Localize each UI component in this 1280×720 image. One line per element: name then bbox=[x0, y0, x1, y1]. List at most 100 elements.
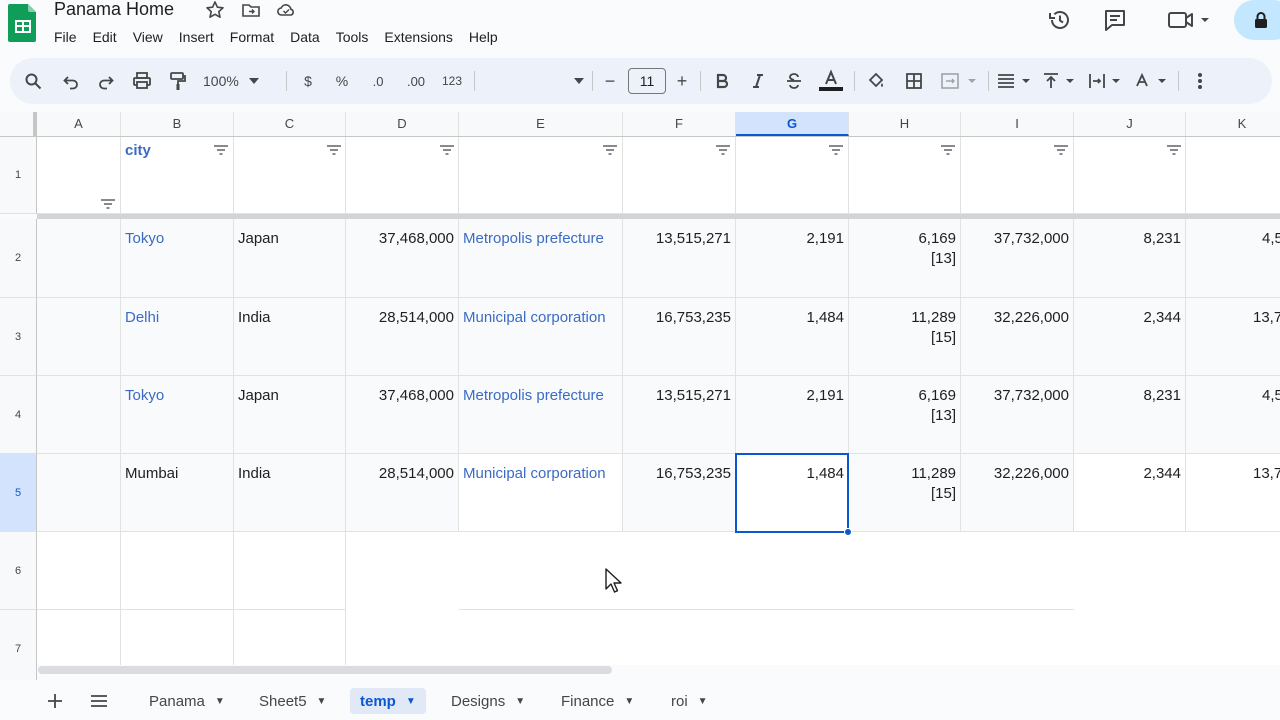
star-icon[interactable] bbox=[205, 0, 225, 20]
cell-k6[interactable] bbox=[1186, 532, 1280, 610]
document-title[interactable]: Panama Home bbox=[54, 0, 174, 20]
increase-decimal-button[interactable]: .00 bbox=[402, 68, 430, 94]
cell-b6[interactable] bbox=[121, 532, 234, 610]
move-folder-icon[interactable] bbox=[241, 0, 261, 20]
cell-a3[interactable] bbox=[37, 298, 121, 376]
cell-d6[interactable] bbox=[346, 532, 459, 610]
row-header-7[interactable]: 7 bbox=[0, 610, 37, 688]
text-color-icon[interactable] bbox=[818, 68, 844, 94]
chevron-down-icon[interactable]: ▼ bbox=[215, 696, 225, 707]
column-header-b[interactable]: B bbox=[121, 112, 234, 136]
column-header-h[interactable]: H bbox=[849, 112, 961, 136]
version-history-icon[interactable] bbox=[1046, 6, 1074, 34]
filter-icon[interactable] bbox=[1167, 145, 1181, 155]
active-cell-selection[interactable] bbox=[735, 453, 849, 533]
vertical-align-icon[interactable] bbox=[1042, 68, 1078, 94]
cell-d5[interactable]: 28,514,000 bbox=[346, 454, 459, 532]
cell-e4[interactable]: Metropolis prefecture bbox=[459, 376, 623, 454]
cell-c3[interactable]: India bbox=[234, 298, 346, 376]
filter-icon[interactable] bbox=[716, 145, 730, 155]
cell-c7[interactable] bbox=[234, 610, 346, 665]
cell-k3[interactable]: 13,74 bbox=[1186, 298, 1280, 376]
increase-font-size-button[interactable]: + bbox=[674, 68, 690, 94]
filter-icon[interactable] bbox=[1054, 145, 1068, 155]
cell-f3[interactable]: 16,753,235 bbox=[623, 298, 736, 376]
currency-format-button[interactable]: $ bbox=[298, 68, 318, 94]
filter-icon[interactable] bbox=[440, 145, 454, 155]
cell-h5[interactable]: 11,289 [15] bbox=[849, 454, 961, 532]
sheet-tab-sheet5[interactable]: Sheet5 ▼ bbox=[249, 688, 336, 714]
merge-cells-icon[interactable] bbox=[940, 68, 978, 94]
font-size-input[interactable]: 11 bbox=[628, 68, 666, 94]
menu-extensions[interactable]: Extensions bbox=[376, 27, 460, 47]
cell-a5[interactable] bbox=[37, 454, 121, 532]
column-header-k[interactable]: K bbox=[1186, 112, 1280, 136]
fill-handle[interactable] bbox=[844, 528, 852, 536]
cell-h4[interactable]: 6,169 [13] bbox=[849, 376, 961, 454]
sheet-tab-finance[interactable]: Finance ▼ bbox=[551, 688, 644, 714]
print-icon[interactable] bbox=[131, 68, 153, 94]
chevron-down-icon[interactable]: ▼ bbox=[698, 696, 708, 707]
cell-g2[interactable]: 2,191 bbox=[736, 219, 849, 298]
cell-i5[interactable]: 32,226,000 bbox=[961, 454, 1074, 532]
menu-edit[interactable]: Edit bbox=[85, 27, 125, 47]
cell-i4[interactable]: 37,732,000 bbox=[961, 376, 1074, 454]
paint-format-icon[interactable] bbox=[167, 68, 189, 94]
strikethrough-icon[interactable] bbox=[783, 68, 805, 94]
column-header-a[interactable]: A bbox=[37, 112, 121, 136]
search-menus-icon[interactable] bbox=[22, 68, 44, 94]
font-family-select[interactable] bbox=[484, 68, 584, 94]
filter-icon[interactable] bbox=[327, 145, 341, 155]
italic-icon[interactable] bbox=[748, 68, 768, 94]
sheets-logo-icon[interactable] bbox=[8, 2, 38, 42]
sheet-tab-roi[interactable]: roi ▼ bbox=[661, 688, 718, 714]
borders-icon[interactable] bbox=[903, 68, 925, 94]
chevron-down-icon[interactable]: ▼ bbox=[317, 696, 327, 707]
cell-i2[interactable]: 37,732,000 bbox=[961, 219, 1074, 298]
cell-d2[interactable]: 37,468,000 bbox=[346, 219, 459, 298]
menu-data[interactable]: Data bbox=[282, 27, 328, 47]
cell-i3[interactable]: 32,226,000 bbox=[961, 298, 1074, 376]
menu-format[interactable]: Format bbox=[222, 27, 282, 47]
zoom-select[interactable]: 100% bbox=[203, 68, 275, 94]
chevron-down-icon[interactable]: ▼ bbox=[515, 696, 525, 707]
cell-e1[interactable] bbox=[459, 137, 623, 214]
column-header-e[interactable]: E bbox=[459, 112, 623, 136]
cell-f2[interactable]: 13,515,271 bbox=[623, 219, 736, 298]
cell-k7[interactable] bbox=[1186, 610, 1280, 665]
row-header-5[interactable]: 5 bbox=[0, 454, 37, 532]
row-header-4[interactable]: 4 bbox=[0, 376, 37, 454]
cell-grid[interactable]: city Tokyo Japan 37,468,000 Metropolis p… bbox=[37, 137, 1280, 665]
column-header-c[interactable]: C bbox=[234, 112, 346, 136]
cell-a6[interactable] bbox=[37, 532, 121, 610]
filter-icon[interactable] bbox=[101, 199, 115, 209]
menu-tools[interactable]: Tools bbox=[328, 27, 377, 47]
cell-c2[interactable]: Japan bbox=[234, 219, 346, 298]
decrease-decimal-button[interactable]: .0 bbox=[366, 68, 390, 94]
cell-j4[interactable]: 8,231 bbox=[1074, 376, 1186, 454]
filter-icon[interactable] bbox=[829, 145, 843, 155]
text-wrapping-icon[interactable] bbox=[1088, 68, 1124, 94]
sheet-tab-temp[interactable]: temp ▼ bbox=[350, 688, 426, 714]
share-button[interactable] bbox=[1234, 0, 1280, 40]
cell-k4[interactable]: 4,58 [ bbox=[1186, 376, 1280, 454]
cell-c5[interactable]: India bbox=[234, 454, 346, 532]
cell-e2[interactable]: Metropolis prefecture bbox=[459, 219, 623, 298]
horizontal-scrollbar[interactable] bbox=[38, 666, 612, 674]
filter-icon[interactable] bbox=[941, 145, 955, 155]
row-header-3[interactable]: 3 bbox=[0, 298, 37, 376]
menu-help[interactable]: Help bbox=[461, 27, 506, 47]
cell-b7[interactable] bbox=[121, 610, 234, 665]
fill-color-icon[interactable] bbox=[865, 68, 887, 94]
chevron-down-icon[interactable]: ▼ bbox=[406, 696, 416, 707]
comments-icon[interactable] bbox=[1101, 6, 1129, 34]
row-header-1[interactable]: 1 bbox=[0, 137, 37, 214]
cell-h3[interactable]: 11,289 [15] bbox=[849, 298, 961, 376]
cell-d3[interactable]: 28,514,000 bbox=[346, 298, 459, 376]
row-header-2[interactable]: 2 bbox=[0, 219, 37, 298]
filter-icon[interactable] bbox=[603, 145, 617, 155]
sheet-tab-panama[interactable]: Panama ▼ bbox=[139, 688, 235, 714]
column-header-j[interactable]: J bbox=[1074, 112, 1186, 136]
cell-a7[interactable] bbox=[37, 610, 121, 665]
more-options-icon[interactable] bbox=[1190, 68, 1210, 94]
